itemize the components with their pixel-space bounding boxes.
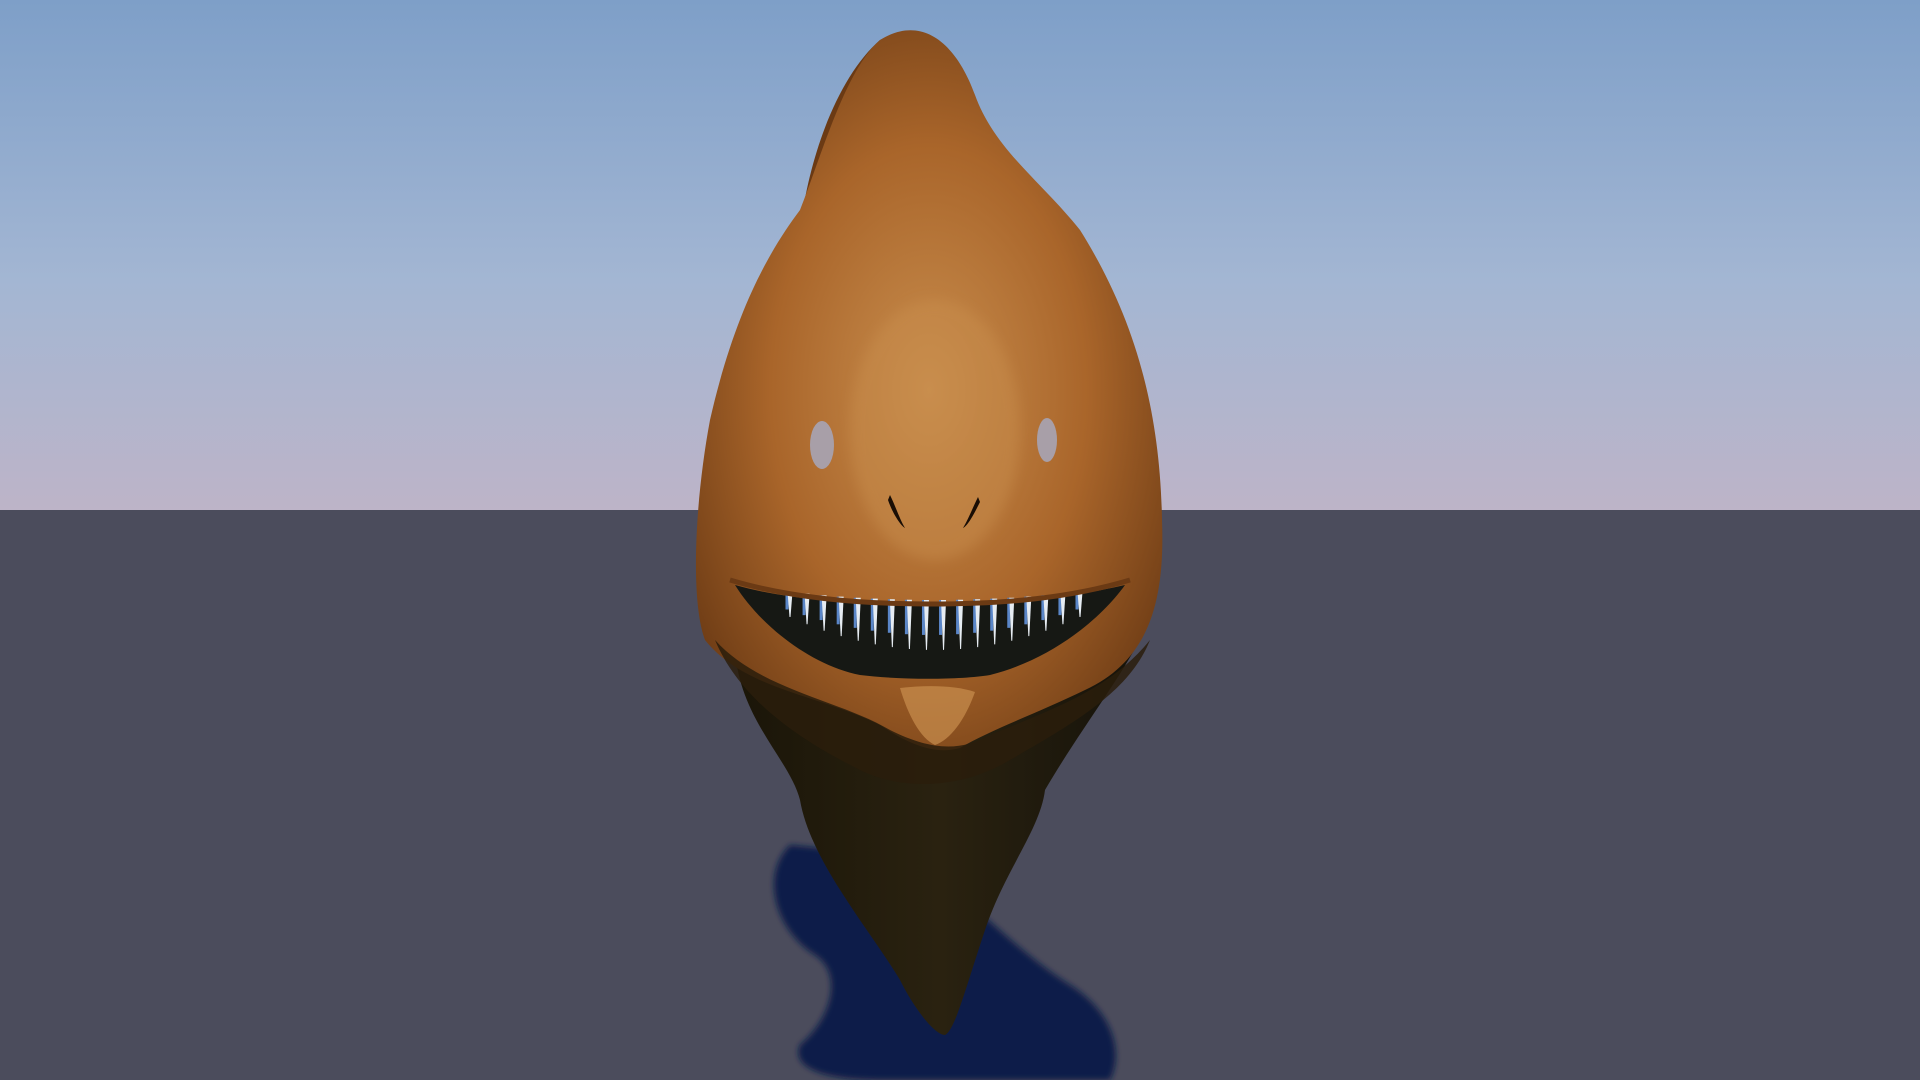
- rendered-scene: [0, 0, 1920, 1080]
- left-eye: [810, 421, 834, 469]
- snout-highlight: [850, 300, 1020, 560]
- right-eye: [1037, 418, 1057, 462]
- render-viewport: [0, 0, 1920, 1080]
